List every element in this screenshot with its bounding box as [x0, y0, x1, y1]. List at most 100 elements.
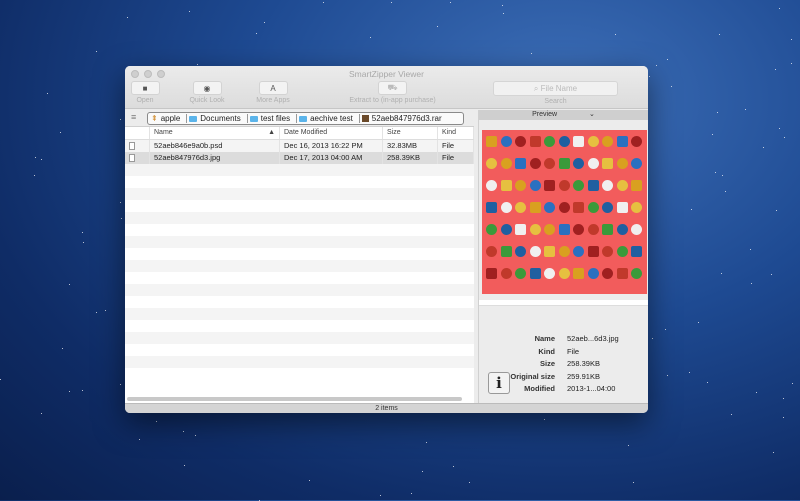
info-icon[interactable]: i	[488, 372, 510, 394]
search-input[interactable]: ⌕ File Name	[493, 81, 618, 96]
horizontal-scrollbar[interactable]	[127, 397, 462, 401]
ornament-icon	[631, 180, 642, 191]
name-column-header[interactable]: Name ▲	[150, 127, 280, 139]
empty-row	[125, 368, 474, 380]
ornament-icon	[530, 202, 541, 213]
status-bar: 2 items	[125, 403, 648, 413]
ornament-icon	[602, 268, 613, 279]
open-button[interactable]: ■ Open	[130, 81, 160, 104]
empty-row	[125, 296, 474, 308]
preview-image	[482, 130, 647, 294]
file-kind: File	[438, 152, 474, 164]
header-label: Name	[154, 129, 173, 136]
ornament-icon	[602, 224, 613, 235]
quick-look-label: Quick Look	[189, 97, 224, 104]
table-row[interactable]: 52aeb847976d3.jpg Dec 17, 2013 04:00 AM …	[125, 152, 474, 164]
crumb-aechive-test[interactable]: aechive test	[299, 114, 360, 123]
ornament-icon	[515, 202, 526, 213]
ornament-icon	[631, 158, 642, 169]
ornament-icon	[631, 202, 642, 213]
ornament-icon	[486, 180, 497, 191]
crumb-apple[interactable]: ⇞ apple	[151, 114, 187, 123]
extract-label: Extract to (in-app purchase)	[349, 97, 435, 104]
ornament-icon	[501, 202, 512, 213]
file-icon	[125, 140, 150, 152]
ornament-icon	[631, 246, 642, 257]
ornament-icon	[602, 136, 613, 147]
info-kind: File	[567, 347, 579, 360]
crumb-label: test files	[261, 114, 290, 123]
ornament-icon	[544, 158, 555, 169]
table-row[interactable]: 52aeb846e9a0b.psd Dec 16, 2013 16:22 PM …	[125, 140, 474, 152]
ornament-icon	[588, 202, 599, 213]
empty-row	[125, 320, 474, 332]
window-title: SmartZipper Viewer	[125, 69, 648, 79]
ornament-icon	[501, 224, 512, 235]
list-view-icon[interactable]: ≡	[131, 112, 136, 122]
info-label: Kind	[479, 347, 567, 360]
ornament-icon	[588, 158, 599, 169]
empty-row	[125, 200, 474, 212]
crumb-archive[interactable]: 52aeb847976d3.rar	[362, 114, 448, 123]
ornament-icon	[559, 158, 570, 169]
ornament-icon	[486, 224, 497, 235]
ornament-icon	[544, 180, 555, 191]
ornament-icon	[573, 158, 584, 169]
size-column-header[interactable]: Size	[383, 127, 438, 139]
ornament-icon	[602, 180, 613, 191]
kind-column-header[interactable]: Kind	[438, 127, 474, 139]
ornament-icon	[588, 180, 599, 191]
crumb-documents[interactable]: Documents	[189, 114, 247, 123]
info-name: 52aeb...6d3.jpg	[567, 334, 619, 347]
preview-label: Preview	[532, 111, 557, 118]
empty-row	[125, 284, 474, 296]
info-original-size: 259.91KB	[567, 372, 600, 385]
info-label: Size	[479, 359, 567, 372]
file-date: Dec 16, 2013 16:22 PM	[280, 140, 383, 152]
crumb-label: aechive test	[310, 114, 353, 123]
preview-dropdown[interactable]: Preview ⌄	[479, 110, 648, 120]
list-header: Name ▲ Date Modified Size Kind	[125, 127, 474, 140]
ornament-icon	[486, 158, 497, 169]
folder-icon: ■	[131, 81, 160, 95]
ornament-icon	[544, 246, 555, 257]
ornament-icon	[486, 268, 497, 279]
sort-ascending-icon: ▲	[268, 127, 279, 139]
crumb-label: apple	[161, 114, 181, 123]
preview-pane: Preview ⌄ Name 52aeb...6d3.jpg Kind File S…	[478, 110, 648, 403]
crumb-test-files[interactable]: test files	[250, 114, 297, 123]
empty-row	[125, 332, 474, 344]
info-modified: 2013-1...04:00	[567, 384, 615, 397]
extract-button[interactable]: ⛟ Extract to (in-app purchase)	[340, 81, 445, 104]
ornament-icon	[530, 180, 541, 191]
ornament-icon	[501, 136, 512, 147]
search-icon: ⌕	[534, 84, 541, 93]
empty-row	[125, 224, 474, 236]
file-size: 258.39KB	[383, 152, 438, 164]
quick-look-button[interactable]: ◉ Quick Look	[187, 81, 227, 104]
splitter-handle[interactable]	[479, 300, 648, 306]
date-column-header[interactable]: Date Modified	[280, 127, 383, 139]
empty-row	[125, 188, 474, 200]
ornament-icon	[530, 268, 541, 279]
ornament-icon	[559, 136, 570, 147]
ornament-icon	[501, 268, 512, 279]
ornament-icon	[588, 268, 599, 279]
file-name: 52aeb846e9a0b.psd	[150, 140, 280, 152]
ornament-icon	[530, 246, 541, 257]
empty-row	[125, 176, 474, 188]
ornament-icon	[486, 246, 497, 257]
ornament-icon	[617, 180, 628, 191]
ornament-icon	[515, 158, 526, 169]
ornament-icon	[631, 268, 642, 279]
ornament-icon	[588, 246, 599, 257]
ornament-icon	[530, 158, 541, 169]
ornament-icon	[544, 224, 555, 235]
ornament-icon	[573, 180, 584, 191]
empty-row	[125, 344, 474, 356]
home-icon: ⇞	[151, 114, 158, 123]
folder-icon	[189, 116, 197, 122]
more-apps-button[interactable]: A More Apps	[253, 81, 293, 104]
empty-row	[125, 236, 474, 248]
title-bar: SmartZipper Viewer ■ Open ◉ Quick Look A Mo…	[125, 66, 648, 109]
